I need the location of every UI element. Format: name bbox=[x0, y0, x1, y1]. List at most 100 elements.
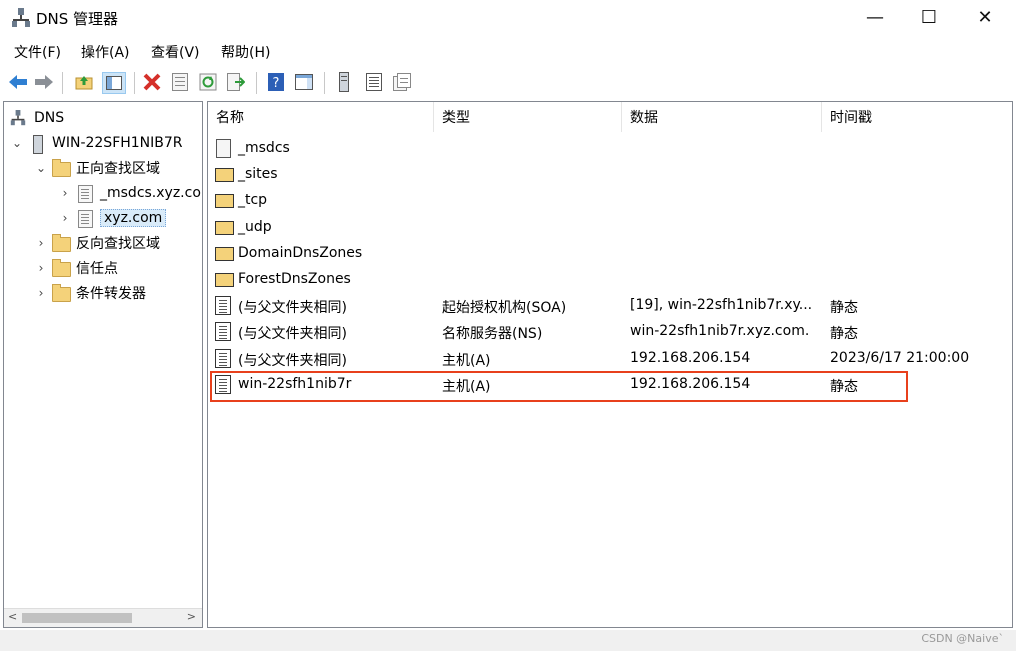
back-icon[interactable] bbox=[8, 72, 28, 92]
chevron-down-icon[interactable]: ⌄ bbox=[10, 136, 24, 150]
horizontal-scrollbar[interactable]: < > bbox=[4, 608, 202, 627]
tree-item-trust-points[interactable]: › 信任点 bbox=[34, 256, 118, 280]
tree-item-reverse-zones[interactable]: › 反向查找区域 bbox=[34, 231, 160, 255]
highlight-annotation-box bbox=[210, 371, 908, 402]
chevron-right-icon[interactable]: › bbox=[58, 186, 72, 200]
scrollbar-thumb[interactable] bbox=[22, 613, 132, 623]
details-pane[interactable]: 名称 类型 数据 时间戳 _msdcs _sites _tcp _udp DomainD… bbox=[207, 101, 1013, 628]
refresh-icon[interactable] bbox=[198, 72, 218, 92]
record-row[interactable]: ForestDnsZones bbox=[208, 267, 1008, 293]
tree-item-label: xyz.com bbox=[100, 209, 167, 227]
tree-item-xyz-zone[interactable]: › xyz.com bbox=[58, 206, 167, 230]
record-name: _tcp bbox=[238, 192, 268, 209]
record-name: ForestDnsZones bbox=[238, 271, 351, 287]
toolbar-separator bbox=[324, 72, 325, 94]
record-row[interactable]: _tcp bbox=[208, 188, 1008, 214]
record-type: 名称服务器(NS) bbox=[442, 326, 543, 343]
tree-item-label: DNS bbox=[34, 110, 65, 126]
folder-icon bbox=[215, 194, 234, 209]
minimize-button[interactable]: — bbox=[850, 0, 900, 34]
column-header-name[interactable]: 名称 bbox=[208, 102, 434, 132]
chevron-right-icon[interactable]: › bbox=[34, 261, 48, 275]
record-row[interactable]: _udp bbox=[208, 215, 1008, 241]
close-button[interactable]: ✕ bbox=[960, 0, 1010, 34]
window-title: DNS 管理器 bbox=[36, 10, 119, 28]
record-row[interactable]: (与父文件夹相同) 起始授权机构(SOA) [19], win-22sfh1nib7… bbox=[208, 293, 1008, 319]
server-icon[interactable] bbox=[334, 72, 354, 92]
folder-icon bbox=[215, 273, 234, 287]
properties-icon[interactable] bbox=[170, 72, 190, 92]
record-row[interactable]: _msdcs bbox=[208, 136, 1008, 162]
tree-item-msdcs-zone[interactable]: › _msdcs.xyz.com bbox=[58, 181, 202, 205]
chevron-right-icon[interactable]: › bbox=[34, 236, 48, 250]
record-name: _msdcs bbox=[238, 140, 290, 156]
tree-item-label: 反向查找区域 bbox=[76, 236, 160, 252]
title-bar: DNS 管理器 — ☐ ✕ bbox=[0, 0, 1016, 36]
column-header-data[interactable]: 数据 bbox=[622, 102, 822, 132]
tree-item-conditional-forwarders[interactable]: › 条件转发器 bbox=[34, 281, 146, 305]
folder-icon bbox=[215, 168, 234, 183]
toolbar-separator bbox=[134, 72, 135, 94]
chevron-down-icon[interactable]: ⌄ bbox=[34, 161, 48, 175]
tree-item-label: _msdcs.xyz.com bbox=[100, 185, 202, 201]
record-row[interactable]: _sites bbox=[208, 162, 1008, 188]
record-name: _sites bbox=[238, 166, 278, 183]
show-hide-action-pane-icon[interactable] bbox=[294, 72, 314, 92]
record-name: (与父文件夹相同) bbox=[238, 326, 347, 343]
tree-item-label: 信任点 bbox=[76, 261, 118, 277]
chevron-right-icon[interactable]: › bbox=[34, 286, 48, 300]
svg-text:?: ? bbox=[273, 76, 280, 91]
menu-help[interactable]: 帮助(H) bbox=[221, 42, 270, 62]
record-timestamp: 静态 bbox=[830, 326, 858, 343]
folder-icon bbox=[52, 284, 71, 302]
dns-icon bbox=[10, 110, 28, 126]
server-icon bbox=[28, 135, 46, 154]
delete-icon[interactable] bbox=[142, 72, 162, 92]
tree-item-label: WIN-22SFH1NIB7R bbox=[52, 135, 183, 151]
record-icon bbox=[215, 296, 231, 316]
menu-action[interactable]: 操作(A) bbox=[81, 42, 130, 62]
scroll-right-icon[interactable]: > bbox=[187, 610, 196, 623]
zone-icon[interactable] bbox=[364, 72, 384, 92]
record-icon bbox=[215, 322, 231, 342]
record-data: 192.168.206.154 bbox=[630, 349, 751, 366]
new-zone-icon[interactable] bbox=[392, 72, 412, 92]
forward-icon[interactable] bbox=[34, 72, 54, 92]
menu-file[interactable]: 文件(F) bbox=[14, 42, 61, 62]
tree-item-server[interactable]: ⌄ WIN-22SFH1NIB7R bbox=[10, 131, 183, 155]
record-row[interactable]: DomainDnsZones bbox=[208, 241, 1008, 267]
tree-item-label: 条件转发器 bbox=[76, 286, 146, 302]
folder-icon bbox=[215, 246, 234, 261]
toolbar-separator bbox=[62, 72, 63, 94]
folder-icon bbox=[52, 159, 71, 177]
menu-view[interactable]: 查看(V) bbox=[151, 42, 200, 62]
toolbar: ? bbox=[0, 66, 1016, 98]
folder-icon bbox=[215, 220, 234, 235]
chevron-right-icon[interactable]: › bbox=[58, 211, 72, 225]
show-hide-tree-icon[interactable] bbox=[102, 72, 126, 94]
maximize-button[interactable]: ☐ bbox=[904, 0, 954, 34]
scroll-left-icon[interactable]: < bbox=[8, 610, 17, 623]
record-timestamp: 2023/6/17 21:00:00 bbox=[830, 349, 970, 366]
export-list-icon[interactable] bbox=[226, 72, 246, 92]
record-name: (与父文件夹相同) bbox=[238, 300, 347, 317]
record-type: 起始授权机构(SOA) bbox=[442, 300, 567, 317]
console-tree[interactable]: DNS ⌄ WIN-22SFH1NIB7R ⌄ 正向查找区域 › _msdcs.… bbox=[3, 101, 203, 628]
record-name: DomainDnsZones bbox=[238, 244, 363, 261]
record-name: _udp bbox=[238, 218, 272, 235]
watermark-text: CSDN @Naive` bbox=[921, 632, 1004, 645]
column-header-timestamp[interactable]: 时间戳 bbox=[822, 102, 1008, 132]
status-bar: CSDN @Naive` bbox=[0, 630, 1016, 651]
column-header-type[interactable]: 类型 bbox=[434, 102, 622, 132]
tree-item-label: 正向查找区域 bbox=[76, 161, 160, 177]
help-icon[interactable]: ? bbox=[266, 72, 286, 92]
dns-app-icon bbox=[12, 8, 30, 27]
record-row[interactable]: (与父文件夹相同) 名称服务器(NS) win-22sfh1nib7r.xyz.co… bbox=[208, 319, 1008, 345]
tree-item-forward-zones[interactable]: ⌄ 正向查找区域 bbox=[34, 156, 160, 180]
record-icon bbox=[215, 348, 231, 368]
tree-item-dns[interactable]: DNS bbox=[10, 106, 64, 130]
up-folder-icon[interactable] bbox=[74, 72, 94, 92]
delegation-icon bbox=[216, 139, 231, 158]
record-row[interactable]: (与父文件夹相同) 主机(A) 192.168.206.154 2023/6/17 2… bbox=[208, 346, 1008, 372]
record-data: [19], win-22sfh1nib7r.xy... bbox=[630, 297, 813, 314]
